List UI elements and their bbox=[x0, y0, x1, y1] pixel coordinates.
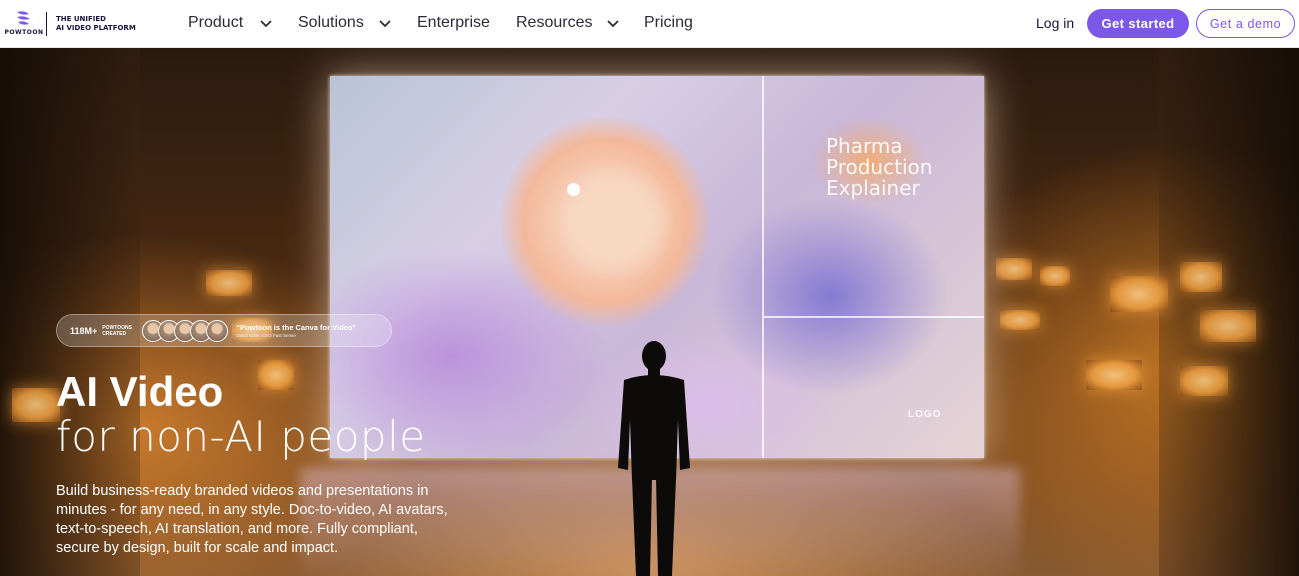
screen-title-line: Production bbox=[826, 155, 933, 179]
glow-tile bbox=[1180, 366, 1228, 396]
nav-item-label: Pricing bbox=[644, 14, 693, 31]
get-started-button[interactable]: Get started bbox=[1087, 9, 1189, 38]
count-label-line: CREATED bbox=[102, 330, 127, 337]
tagline-line-2: AI VIDEO PLATFORM bbox=[56, 24, 136, 32]
powtoon-logo-icon bbox=[17, 11, 30, 25]
person-silhouette-icon bbox=[618, 341, 690, 576]
glow-tile bbox=[1000, 310, 1040, 330]
screen-logo-text: LOGO bbox=[908, 409, 942, 420]
screen-title-line: Explainer bbox=[826, 176, 920, 200]
screen-title-line: Pharma bbox=[826, 134, 903, 158]
glow-tile bbox=[1110, 276, 1168, 312]
screen-title: Pharma Production Explainer bbox=[826, 136, 966, 199]
brand-tagline: THE UNIFIED AI VIDEO PLATFORM bbox=[56, 15, 166, 33]
nav-item-pricing[interactable]: Pricing bbox=[644, 12, 693, 34]
hero-section: Pharma Production Explainer LOGO 118M+ P… bbox=[0, 48, 1299, 576]
glow-tile bbox=[206, 270, 252, 296]
quote-text: “Powtoon is the Canva for Video” bbox=[236, 323, 357, 332]
nav-item-label: Product bbox=[188, 14, 244, 31]
tagline-line-1: THE UNIFIED bbox=[56, 15, 106, 23]
logo-divider bbox=[46, 12, 47, 36]
nav-item-product[interactable]: Product bbox=[188, 12, 273, 34]
nav-item-label: Resources bbox=[516, 14, 593, 31]
nav-item-label: Enterprise bbox=[417, 14, 490, 31]
glow-tile bbox=[996, 258, 1032, 280]
avatar-stack bbox=[142, 319, 229, 342]
powtoons-count: 118M+ bbox=[70, 325, 98, 336]
get-a-demo-button[interactable]: Get a demo bbox=[1196, 9, 1295, 38]
login-link[interactable]: Log in bbox=[1036, 15, 1074, 31]
glow-tile bbox=[258, 360, 294, 390]
nav-item-solutions[interactable]: Solutions bbox=[298, 12, 392, 34]
powtoons-count-label: POWTOONS CREATED bbox=[102, 325, 138, 337]
glow-tile bbox=[12, 388, 60, 422]
glow-tile bbox=[1086, 360, 1142, 390]
glow-tile bbox=[1180, 262, 1222, 292]
glow-tile bbox=[1040, 266, 1070, 286]
brand-logo[interactable]: POWTOON bbox=[4, 10, 44, 38]
brand-wordmark: POWTOON bbox=[4, 29, 44, 36]
nav-item-resources[interactable]: Resources bbox=[516, 12, 620, 34]
nav-item-label: Solutions bbox=[298, 14, 364, 31]
screen-divider bbox=[762, 76, 764, 458]
screen-swirl bbox=[710, 196, 950, 396]
chevron-down-icon bbox=[606, 16, 620, 30]
screen-divider bbox=[764, 316, 984, 318]
chevron-down-icon bbox=[259, 16, 273, 30]
nav-item-enterprise[interactable]: Enterprise bbox=[417, 12, 490, 34]
quote-attribution: David Suter, CEO Fast Sense bbox=[236, 333, 296, 338]
chevron-down-icon bbox=[378, 16, 392, 30]
hero-subheadline: for non-AI people bbox=[56, 412, 426, 461]
hero-headline: AI Video bbox=[56, 368, 224, 415]
social-proof-pill: 118M+ POWTOONS CREATED “Powtoon is the C… bbox=[56, 314, 392, 347]
avatar bbox=[206, 319, 229, 342]
top-navbar: POWTOON THE UNIFIED AI VIDEO PLATFORM Pr… bbox=[0, 0, 1299, 48]
screen-flower-shape bbox=[500, 116, 710, 326]
hero-description: Build business-ready branded videos and … bbox=[56, 483, 448, 556]
glow-tile bbox=[1200, 310, 1256, 342]
testimonial-quote: “Powtoon is the Canva for Video” David S… bbox=[236, 323, 356, 338]
